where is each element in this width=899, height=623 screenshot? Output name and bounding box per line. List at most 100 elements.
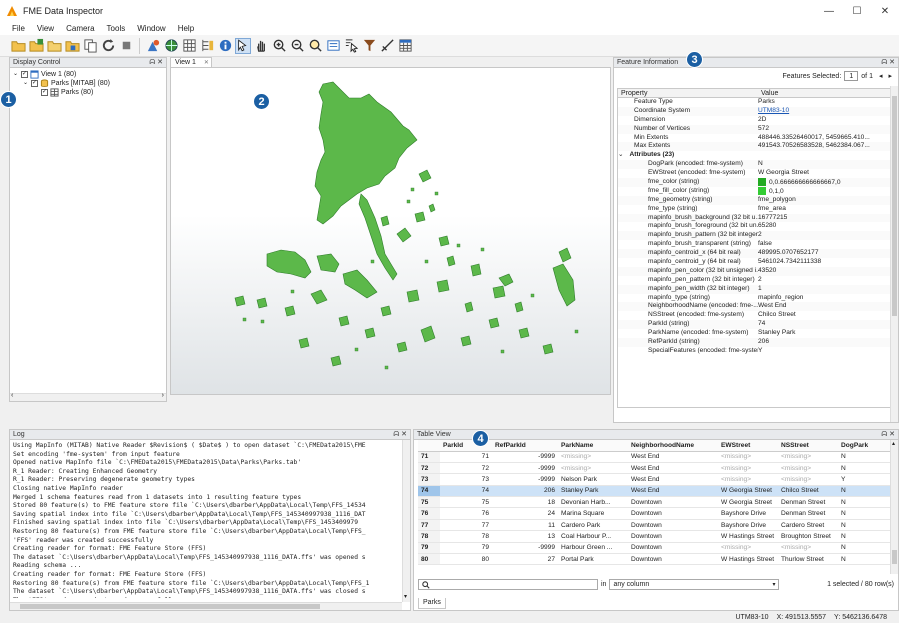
- table-cell[interactable]: 79: [440, 542, 492, 555]
- property-row[interactable]: mapinfo_centroid_y (64 bit real) 5461024.…: [618, 258, 894, 267]
- property-row[interactable]: NeighborhoodName (encoded: fme-... West E…: [618, 302, 894, 312]
- park-polygon[interactable]: [498, 273, 514, 287]
- property-row[interactable]: mapinfo_pen_pattern (32 bit integer) 2: [618, 276, 894, 285]
- table-cell[interactable]: <missing>: [778, 451, 838, 463]
- property-row[interactable]: mapinfo_centroid_x (64 bit real) 489995.0…: [618, 249, 894, 259]
- table-cell[interactable]: Harbour Green ...: [558, 542, 628, 555]
- column-value[interactable]: Value: [758, 89, 894, 97]
- park-polygon[interactable]: [310, 289, 328, 305]
- scroll-down-icon[interactable]: ▾: [404, 593, 407, 600]
- property-row[interactable]: ParkId (string) 74: [618, 320, 894, 330]
- property-row[interactable]: fme_color (string) 0,0.666666666666667,0: [618, 178, 894, 187]
- row-number[interactable]: 79: [418, 542, 440, 555]
- column-header[interactable]: DogPark: [838, 440, 890, 452]
- property-value[interactable]: UTM83-10: [758, 107, 894, 116]
- table-cell[interactable]: <missing>: [558, 451, 628, 463]
- background-map-button[interactable]: [163, 38, 179, 54]
- table-cell[interactable]: 71: [440, 451, 492, 463]
- table-cell[interactable]: W Georgia Street: [718, 485, 778, 498]
- park-point[interactable]: [530, 293, 535, 298]
- table-cell[interactable]: Thurlow Street: [778, 553, 838, 566]
- table-search-input[interactable]: [418, 579, 598, 590]
- close-button[interactable]: ✕: [871, 0, 899, 22]
- schema-button[interactable]: [199, 38, 215, 54]
- park-point[interactable]: [242, 317, 247, 322]
- property-row[interactable]: mapinfo_brush_pattern (32 bit integer) 2: [618, 231, 894, 241]
- table-cell[interactable]: Portal Park: [558, 553, 628, 566]
- chevron-down-icon[interactable]: ⌄: [13, 70, 21, 79]
- scrollbar-thumb[interactable]: [892, 96, 897, 316]
- table-cell[interactable]: -9999: [492, 473, 558, 486]
- tree-item-view[interactable]: ⌄ ✓ View 1 (80): [10, 70, 166, 79]
- table-cell[interactable]: 78: [440, 530, 492, 543]
- table-cell[interactable]: -9999: [492, 462, 558, 475]
- property-row[interactable]: ParkName (encoded: fme-system) Stanley Pa…: [618, 329, 894, 338]
- park-point[interactable]: [384, 365, 389, 370]
- checkbox-view[interactable]: ✓: [21, 71, 28, 78]
- park-point[interactable]: [290, 289, 295, 294]
- column-header[interactable]: RefParkId: [492, 440, 558, 452]
- property-row[interactable]: fme_geometry (string) fme_polygon: [618, 195, 894, 205]
- property-row[interactable]: NSStreet (encoded: fme-system) Chilco Str…: [618, 311, 894, 320]
- panel-controls[interactable]: ᗣ ✕: [393, 430, 407, 439]
- column-header[interactable]: NSStreet: [778, 440, 838, 452]
- column-property[interactable]: Property: [618, 89, 758, 97]
- table-cell[interactable]: <missing>: [778, 542, 838, 555]
- row-number[interactable]: 78: [418, 530, 440, 543]
- property-row[interactable]: EWStreet (encoded: fme-system) W Georgia …: [618, 169, 894, 178]
- table-cell[interactable]: Bayshore Drive: [718, 507, 778, 520]
- panel-controls[interactable]: ᗣ ✕: [881, 58, 895, 67]
- table-cell[interactable]: N: [838, 553, 890, 566]
- table-button[interactable]: [181, 38, 197, 54]
- row-number[interactable]: 80: [418, 553, 440, 566]
- park-polygon[interactable]: [330, 355, 342, 367]
- park-polygon[interactable]: [518, 327, 530, 339]
- park-polygon[interactable]: [380, 305, 392, 317]
- park-polygon[interactable]: [488, 317, 500, 329]
- table-cell[interactable]: Downtown: [628, 496, 718, 509]
- row-number[interactable]: 75: [418, 496, 440, 509]
- table-cell[interactable]: Downtown: [628, 507, 718, 520]
- table-cell[interactable]: N: [838, 496, 890, 509]
- table-cell[interactable]: -9999: [492, 542, 558, 555]
- table-row[interactable]: 75 75 18 Devonian Harb... Downtown W Georgia …: [418, 496, 890, 509]
- table-row[interactable]: 79 79 -9999 Harbour Green ... Downtown <missi…: [418, 542, 890, 555]
- park-polygon[interactable]: [396, 227, 412, 243]
- table-cell[interactable]: Devonian Harb...: [558, 496, 628, 509]
- table-cell[interactable]: N: [838, 507, 890, 520]
- parks-map[interactable]: [171, 68, 611, 395]
- table-cell[interactable]: N: [838, 542, 890, 555]
- park-polygon[interactable]: [470, 263, 482, 277]
- column-header[interactable]: EWStreet: [718, 440, 778, 452]
- park-polygon[interactable]: [298, 337, 310, 349]
- add-dataset-button[interactable]: [28, 38, 44, 54]
- property-row[interactable]: Dimension 2D: [618, 116, 894, 125]
- map-view[interactable]: [170, 67, 611, 395]
- property-row[interactable]: Coordinate System UTM83-10: [618, 106, 894, 116]
- scroll-up-icon[interactable]: ▴: [892, 440, 895, 447]
- save-button[interactable]: [64, 38, 80, 54]
- table-cell[interactable]: 27: [492, 553, 558, 566]
- stop-button[interactable]: [118, 38, 134, 54]
- park-point[interactable]: [500, 349, 505, 354]
- property-row[interactable]: DogPark (encoded: fme-system) N: [618, 160, 894, 170]
- table-cell[interactable]: Downtown: [628, 519, 718, 532]
- table-cell[interactable]: Downtown: [628, 542, 718, 555]
- menu-tools[interactable]: Tools: [101, 24, 132, 33]
- table-cell[interactable]: West End: [628, 485, 718, 498]
- table-cell[interactable]: 13: [492, 530, 558, 543]
- park-point[interactable]: [354, 347, 359, 352]
- row-number[interactable]: 74: [418, 485, 440, 498]
- property-row[interactable]: Max Extents 491543.70526583528, 5462384.0…: [618, 142, 894, 152]
- park-polygon[interactable]: [256, 297, 268, 309]
- table-cell[interactable]: Bayshore Drive: [718, 519, 778, 532]
- park-polygon[interactable]: [542, 343, 554, 355]
- next-feature-icon[interactable]: ▸: [888, 72, 892, 80]
- park-point[interactable]: [424, 259, 429, 264]
- table-cell[interactable]: 76: [440, 507, 492, 520]
- feature-info-button[interactable]: [217, 38, 233, 54]
- select-button[interactable]: [235, 37, 251, 54]
- park-polygon[interactable]: [492, 285, 506, 299]
- table-cell[interactable]: 72: [440, 462, 492, 475]
- table-row[interactable]: 78 78 13 Coal Harbour P... Downtown W Hasting…: [418, 530, 890, 543]
